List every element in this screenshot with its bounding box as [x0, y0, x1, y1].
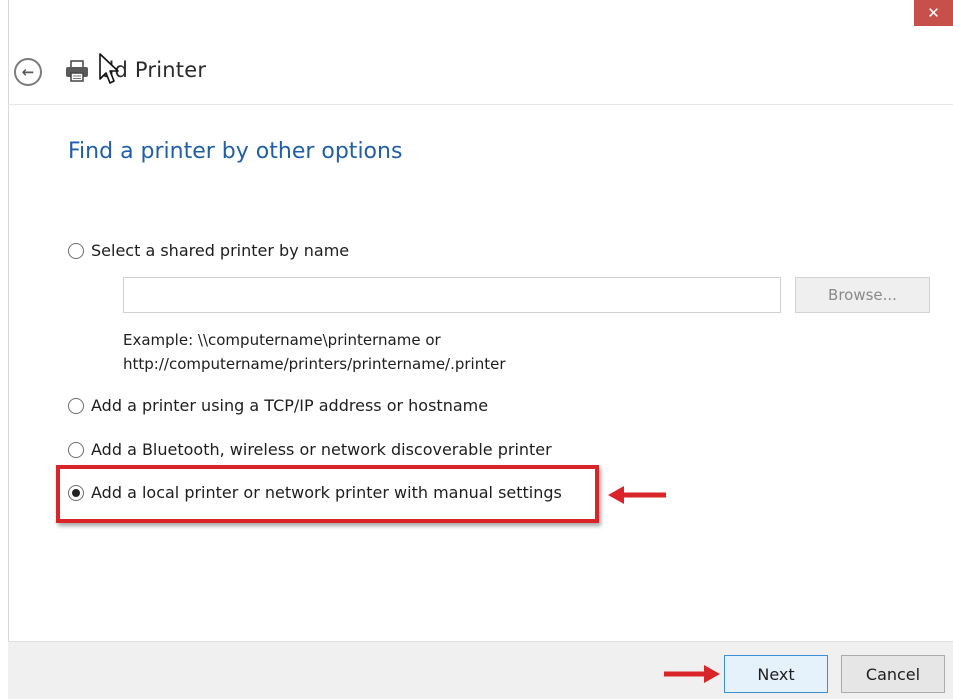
- browse-label: Browse...: [828, 286, 897, 304]
- example-line-1: Example: \\computername\printername or: [123, 331, 441, 349]
- radio-tcp-ip[interactable]: [68, 397, 84, 414]
- option-label: Add a printer using a TCP/IP address or …: [91, 396, 489, 415]
- option-bluetooth-wireless[interactable]: Add a Bluetooth, wireless or network dis…: [68, 440, 552, 459]
- option-tcp-ip[interactable]: Add a printer using a TCP/IP address or …: [68, 396, 488, 415]
- browse-button[interactable]: Browse...: [795, 277, 930, 313]
- back-arrow-icon: ←: [21, 62, 35, 81]
- cancel-label: Cancel: [865, 664, 921, 684]
- annotation-arrow-icon: [664, 665, 720, 683]
- cancel-button[interactable]: Cancel: [841, 655, 945, 693]
- printer-name-input[interactable]: [123, 277, 781, 313]
- printer-icon: [66, 60, 88, 82]
- close-icon: ✕: [927, 4, 940, 22]
- back-button[interactable]: ←: [14, 58, 42, 86]
- annotation-arrow-icon: [608, 486, 666, 504]
- mouse-cursor-icon: [99, 53, 119, 84]
- example-text: Example: \\computername\printername or h…: [123, 328, 506, 376]
- radio-shared-printer[interactable]: [68, 242, 84, 259]
- annotation-highlight-box: [56, 465, 599, 523]
- page-heading: Find a printer by other options: [68, 139, 403, 164]
- next-button[interactable]: Next: [724, 655, 828, 693]
- radio-bluetooth-wireless[interactable]: [68, 441, 84, 458]
- example-line-2: http://computername/printers/printername…: [123, 355, 506, 373]
- option-shared-printer[interactable]: Select a shared printer by name: [68, 241, 349, 260]
- close-button[interactable]: ✕: [914, 0, 953, 26]
- option-label: Add a Bluetooth, wireless or network dis…: [91, 440, 552, 459]
- next-label: Next: [757, 664, 795, 684]
- option-label: Select a shared printer by name: [91, 241, 350, 260]
